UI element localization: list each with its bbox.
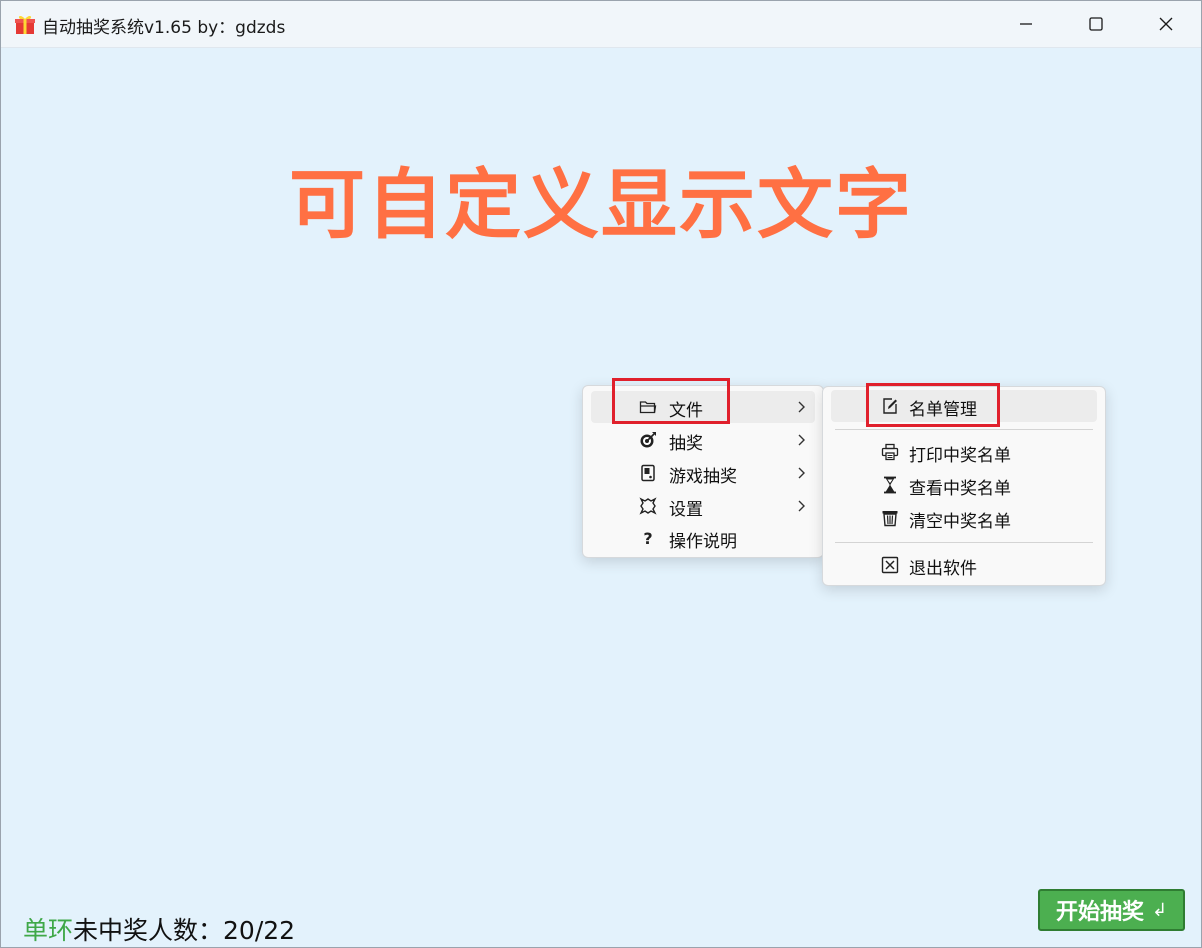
- menu-item-draw[interactable]: 抽奖: [591, 424, 815, 456]
- submenu-item-label: 打印中奖名单: [909, 446, 1011, 466]
- remaining-count-status: 单环未中奖人数：20/22: [23, 911, 295, 947]
- menu-separator: [835, 542, 1093, 543]
- svg-text:?: ?: [643, 529, 652, 547]
- file-submenu: 名单管理 打印中奖名单 查看中奖名单 清空中奖名单 退出软件: [822, 386, 1106, 586]
- window-title: 自动抽奖系统v1.65 by：gdzds: [42, 18, 286, 38]
- enter-key-icon: ↲: [1151, 899, 1168, 921]
- close-icon: [1159, 17, 1173, 31]
- menu-item-label: 操作说明: [669, 532, 737, 552]
- start-draw-label: 开始抽奖: [1055, 900, 1144, 925]
- submenu-item-label: 退出软件: [909, 559, 977, 579]
- submenu-item-label: 名单管理: [909, 400, 977, 420]
- question-icon: ?: [643, 529, 652, 547]
- trash-icon: [882, 511, 898, 527]
- maximize-icon: [1089, 17, 1103, 31]
- chevron-right-icon: [798, 500, 805, 512]
- submenu-item-exit[interactable]: 退出软件: [831, 549, 1097, 581]
- chevron-right-icon: [798, 434, 805, 446]
- submenu-item-print-winners[interactable]: 打印中奖名单: [831, 436, 1097, 468]
- submenu-item-view-winners[interactable]: 查看中奖名单: [831, 469, 1097, 501]
- remaining-count-value: 20/22: [223, 916, 296, 945]
- printer-icon: [881, 443, 899, 461]
- title-bar[interactable]: 自动抽奖系统v1.65 by：gdzds: [1, 1, 1201, 48]
- menu-item-settings[interactable]: 设置: [591, 490, 815, 522]
- start-draw-button[interactable]: 开始抽奖 ↲: [1038, 889, 1185, 931]
- menu-item-label: 游戏抽奖: [669, 467, 737, 487]
- context-menu: 文件 抽奖 游戏抽奖 设置 ? 操作说明: [582, 385, 824, 558]
- close-box-icon: [881, 556, 899, 574]
- menu-item-help[interactable]: ? 操作说明: [591, 522, 815, 554]
- minimize-icon: [1020, 23, 1032, 25]
- menu-item-label: 设置: [669, 500, 703, 520]
- submenu-item-clear-winners[interactable]: 清空中奖名单: [831, 502, 1097, 534]
- menu-separator: [835, 429, 1093, 430]
- chevron-right-icon: [798, 467, 805, 479]
- gear-icon: [639, 497, 657, 515]
- banner-text: 可自定义显示文字: [289, 160, 913, 249]
- chevron-right-icon: [798, 401, 805, 413]
- menu-item-label: 文件: [669, 401, 703, 421]
- edit-icon: [883, 398, 897, 414]
- minimize-button[interactable]: [991, 1, 1061, 47]
- submenu-item-label: 清空中奖名单: [909, 512, 1011, 532]
- menu-item-file[interactable]: 文件: [591, 391, 815, 423]
- target-icon: [640, 432, 656, 448]
- hourglass-icon: [884, 476, 896, 494]
- close-button[interactable]: [1131, 1, 1201, 47]
- maximize-button[interactable]: [1061, 1, 1131, 47]
- draw-mode-label: 单环: [23, 916, 74, 945]
- folder-icon: [639, 401, 657, 414]
- submenu-item-list-management[interactable]: 名单管理: [831, 390, 1097, 422]
- app-window: 自动抽奖系统v1.65 by：gdzds 可自定义显示文字 文件 抽奖 游戏抽奖…: [0, 0, 1202, 948]
- game-icon: [641, 464, 655, 482]
- menu-item-label: 抽奖: [669, 434, 703, 454]
- remaining-label: 未中奖人数：: [73, 916, 224, 945]
- gift-icon: [15, 15, 35, 34]
- menu-item-game-draw[interactable]: 游戏抽奖: [591, 457, 815, 489]
- submenu-item-label: 查看中奖名单: [909, 479, 1011, 499]
